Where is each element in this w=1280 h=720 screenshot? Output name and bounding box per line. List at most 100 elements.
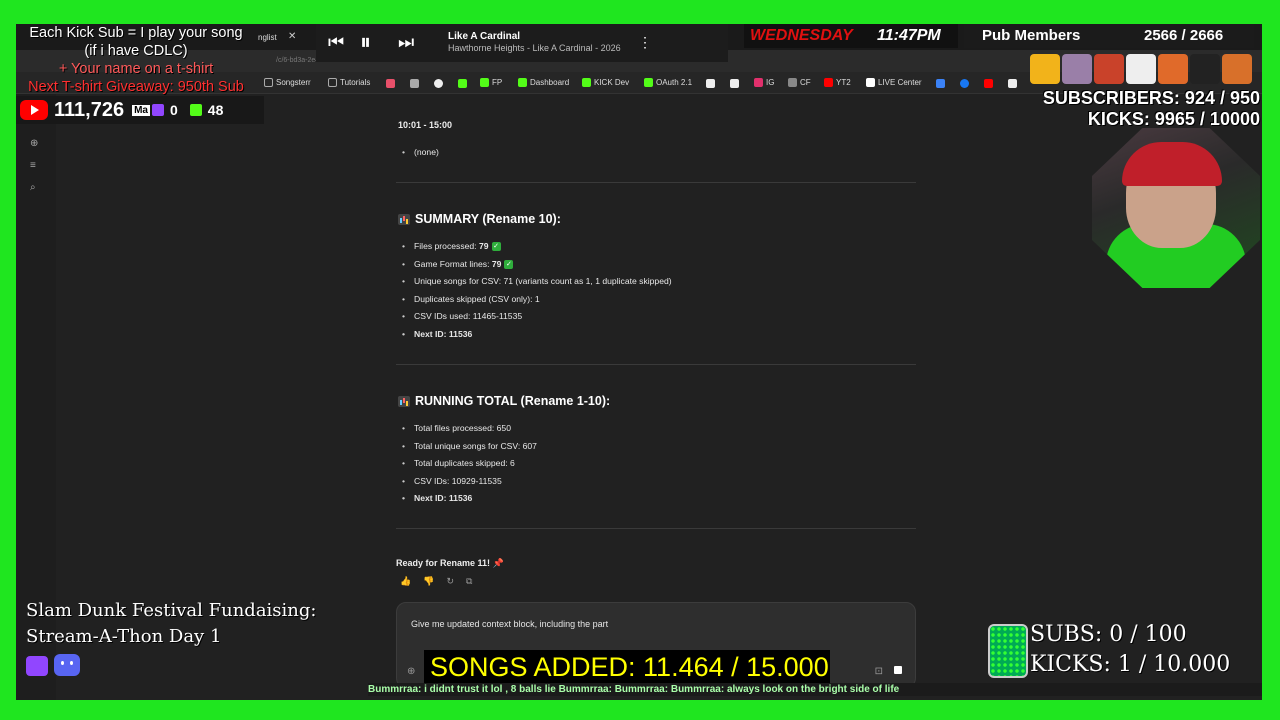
- tshirt-icon: [1222, 54, 1252, 84]
- list-item: Unique songs for CSV: 71 (variants count…: [396, 273, 916, 291]
- tshirt-icon: [1030, 54, 1060, 84]
- tiktok-icon[interactable]: [706, 79, 715, 88]
- kick-icon[interactable]: [458, 79, 467, 88]
- next-icon[interactable]: ⏭: [398, 32, 414, 53]
- promo-text: Each Kick Sub = I play your song (if i h…: [14, 24, 258, 96]
- ma-badge: Ma: [132, 104, 150, 116]
- bookmark-fp[interactable]: FP: [480, 78, 502, 87]
- previous-icon[interactable]: ⏮: [328, 32, 344, 53]
- song-title: Like A Cardinal: [448, 31, 521, 42]
- ready-message: Ready for Rename 11! 📌: [396, 558, 504, 568]
- tshirt-icon: [1094, 54, 1124, 84]
- x-icon[interactable]: [1008, 79, 1017, 88]
- bookmark-icon[interactable]: [936, 79, 945, 88]
- youtube-count: 111,726: [54, 98, 125, 121]
- kicks-goal-counter: KICKS: 1 / 10.000: [1030, 652, 1231, 677]
- list-item: (none): [396, 144, 916, 162]
- youtube-icon: [824, 78, 833, 87]
- bookmark-live-center[interactable]: LIVE Center: [866, 78, 922, 87]
- song-subtitle: Hawthorne Heights - Like A Cardinal - 20…: [448, 43, 621, 53]
- promo-line: + Your name on a t-shirt: [58, 61, 214, 77]
- kick-count: 48: [207, 102, 224, 118]
- promo-line: Each Kick Sub = I play your song: [29, 25, 243, 41]
- promo-line: Next T-shirt Giveaway: 950th Sub: [28, 79, 244, 95]
- twitch-icon: [152, 104, 164, 116]
- check-icon: ✓: [504, 259, 514, 269]
- pub-members-bar: Pub Members 2566 / 2666: [964, 24, 1254, 48]
- tab-active[interactable]: nglist: [254, 27, 304, 50]
- now-playing-widget: ⏮ ⏸ ⏭ Like A Cardinal Hawthorne Heights …: [316, 24, 728, 62]
- list-icon[interactable]: ≡: [30, 160, 36, 171]
- bookmark-ig[interactable]: IG: [754, 78, 774, 87]
- kick-icon: [644, 78, 653, 87]
- facebook-icon[interactable]: [960, 79, 969, 88]
- summary-heading: SUMMARY (Rename 10):: [398, 212, 561, 226]
- pub-members-label: Pub Members: [982, 27, 1081, 44]
- thumbs-down-icon[interactable]: 👎: [423, 576, 434, 587]
- list-item: Total duplicates skipped: 6: [396, 455, 916, 473]
- list-item: Total files processed: 650: [396, 420, 916, 438]
- divider: [396, 528, 916, 529]
- list-item: Next ID: 11536: [396, 326, 916, 344]
- goal-box: SUBS: 0 / 100 KICKS: 1 / 10.000: [1030, 620, 1258, 682]
- chart-icon: [398, 395, 410, 407]
- close-icon[interactable]: ✕: [288, 31, 296, 42]
- divider: [396, 182, 916, 183]
- search-icon[interactable]: ⌕: [30, 182, 36, 193]
- check-icon: ✓: [491, 242, 501, 252]
- folder-icon: [264, 78, 273, 87]
- twitch-count: 0: [170, 102, 178, 118]
- copy-icon[interactable]: ⧉: [466, 576, 472, 587]
- list-item: CSV IDs: 10929-11535: [396, 473, 916, 491]
- bookmark-icon[interactable]: [730, 79, 739, 88]
- tshirt-icon: [1062, 54, 1092, 84]
- bookmark-dashboard[interactable]: Dashboard: [518, 78, 569, 87]
- kick-icon: [189, 104, 202, 116]
- composer-input[interactable]: Give me updated context block, including…: [411, 619, 608, 629]
- regenerate-icon[interactable]: ↻: [446, 576, 454, 587]
- list-item: Duplicates skipped (CSV only): 1: [396, 291, 916, 309]
- twitch-icon: [26, 656, 48, 676]
- bookmark-kick-dev[interactable]: KICK Dev: [582, 78, 629, 87]
- pin-icon: 📌: [492, 558, 504, 568]
- tshirt-icon: [1158, 54, 1188, 84]
- tip-jar-icon: [988, 624, 1028, 678]
- bookmark-icon[interactable]: [434, 79, 443, 88]
- thumbs-up-icon[interactable]: 👍: [400, 576, 411, 587]
- youtube-icon: [20, 100, 48, 120]
- attach-icon[interactable]: ⊡: [875, 666, 883, 677]
- subs-goal: SUBS: 0 / 100: [1030, 622, 1187, 647]
- tiktok-icon: [866, 78, 875, 87]
- more-icon[interactable]: ⋮: [638, 34, 652, 51]
- bookmark-cf[interactable]: CF: [788, 78, 811, 87]
- kick-icon: [480, 78, 489, 87]
- clock-label: 11:47PM: [877, 27, 941, 44]
- tshirt-icon: [1126, 54, 1156, 84]
- time-range-header: 10:01 - 15:00: [398, 120, 453, 130]
- folder-icon: [328, 78, 337, 87]
- discord-icon[interactable]: [54, 654, 80, 676]
- kick-icon: [518, 78, 527, 87]
- bookmark-icon[interactable]: [410, 79, 419, 88]
- promo-line: (if i have CDLC): [84, 43, 188, 59]
- list-item: Game Format lines: 79✓: [396, 256, 916, 274]
- pause-icon[interactable]: ⏸: [360, 29, 371, 55]
- list-item: CSV IDs used: 11465-11535: [396, 308, 916, 326]
- kick-icon: [582, 78, 591, 87]
- globe-icon[interactable]: ⊕: [407, 666, 415, 677]
- bookmark-yt2[interactable]: YT2: [824, 78, 851, 87]
- pub-members-count: 2566 / 2666: [1144, 27, 1224, 44]
- list-item: Files processed: 79✓: [396, 238, 916, 256]
- bookmark-tutorials[interactable]: Tutorials: [328, 78, 370, 87]
- fundraising-banner: Slam Dunk Festival Fundaising: Stream-A-…: [26, 600, 317, 647]
- bookmark-oauth[interactable]: OAuth 2.1: [644, 78, 692, 87]
- chat-ticker: Bummrraa: i didnt trust it lol , 8 balls…: [368, 683, 1262, 696]
- new-chat-icon[interactable]: ⊕: [30, 138, 38, 149]
- bookmark-icon[interactable]: [386, 79, 395, 88]
- stop-button[interactable]: [889, 661, 907, 679]
- instagram-icon: [754, 78, 763, 87]
- youtube-icon[interactable]: [984, 79, 993, 88]
- divider: [396, 364, 916, 365]
- day-clock: WEDNESDAY 11:47PM: [744, 24, 958, 48]
- bookmark-songsterr[interactable]: Songsterr: [264, 78, 311, 87]
